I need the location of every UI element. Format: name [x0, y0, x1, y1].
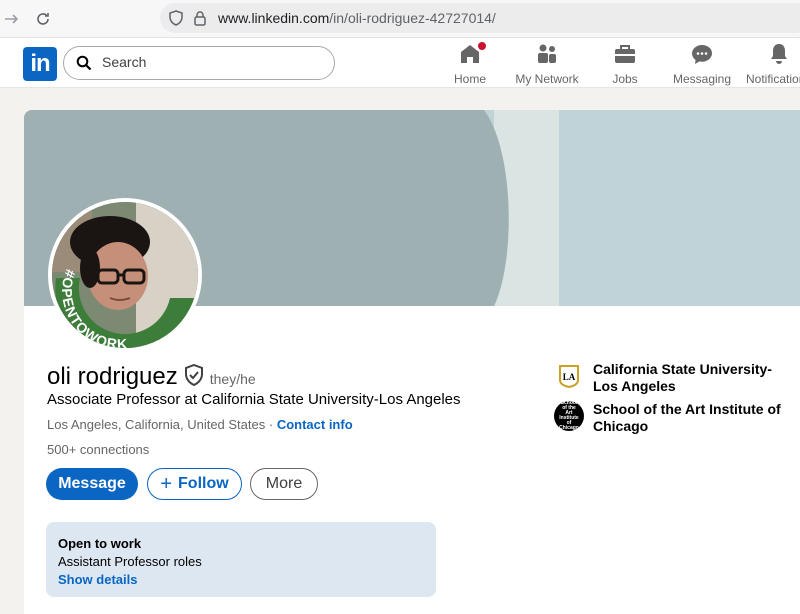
education-item[interactable]: LA California State University-Los Angel… [554, 361, 793, 395]
search-input[interactable] [102, 54, 322, 70]
saic-logo: School of the Art Institute of Chicago [554, 401, 584, 431]
nav-label: Jobs [612, 72, 638, 86]
profile-name-row: oli rodriguez they/he [47, 362, 256, 391]
pronouns: they/he [209, 370, 256, 387]
nav-messaging[interactable]: Messaging [672, 42, 732, 86]
network-icon [535, 42, 559, 66]
open-to-work-title: Open to work [58, 536, 142, 551]
search-box[interactable] [63, 46, 335, 80]
nav-label: Messaging [672, 72, 732, 86]
search-icon [76, 55, 92, 76]
show-details-link[interactable]: Show details [58, 572, 424, 587]
nav-label: Notifications [746, 72, 800, 86]
briefcase-icon [613, 42, 637, 66]
cal-state-la-logo: LA [554, 361, 584, 391]
nav-home[interactable]: Home [452, 40, 488, 86]
notification-dot [476, 40, 488, 52]
contact-info-link[interactable]: Contact info [277, 417, 353, 432]
messaging-icon [690, 42, 714, 66]
more-button[interactable]: More [250, 468, 318, 500]
forward-icon[interactable] [0, 7, 24, 31]
plus-icon: + [160, 472, 173, 495]
saic-logo-text: School of the Art Institute of Chicago [559, 400, 579, 431]
open-to-work-card: Open to work Assistant Professor roles S… [46, 522, 436, 597]
reload-icon[interactable] [31, 7, 55, 31]
linkedin-logo[interactable]: in [23, 47, 57, 81]
address-bar[interactable]: www.linkedin.com/in/oli-rodriguez-427270… [160, 3, 800, 33]
follow-label: Follow [178, 475, 229, 492]
bell-icon [768, 42, 790, 66]
connections-count[interactable]: 500+ connections [47, 442, 149, 457]
profile-avatar[interactable]: #OPENTOWORK [48, 198, 202, 352]
profile-location: Los Angeles, California, United States [47, 417, 266, 432]
message-label: Message [58, 475, 126, 492]
nav-my-network[interactable]: My Network [514, 42, 580, 86]
linkedin-header: in Home My Network Jobs Messaging [0, 38, 800, 88]
browser-toolbar: www.linkedin.com/in/oli-rodriguez-427270… [0, 0, 800, 38]
nav-label: My Network [515, 72, 579, 86]
svg-text:LA: LA [563, 372, 576, 382]
verified-shield-icon[interactable] [184, 363, 204, 391]
nav-notifications[interactable]: Notifications [746, 42, 800, 86]
logo-text: in [30, 50, 50, 77]
lock-icon[interactable] [193, 10, 207, 31]
education-name: California State University-Los Angeles [593, 361, 772, 394]
education-name: School of the Art Institute of Chicago [593, 401, 781, 434]
more-label: More [265, 475, 303, 492]
education-item[interactable]: School of the Art Institute of Chicago S… [554, 401, 793, 435]
url-text[interactable]: www.linkedin.com/in/oli-rodriguez-427270… [218, 10, 496, 26]
nav-jobs[interactable]: Jobs [610, 42, 640, 86]
url-path: /in/oli-rodriguez-42727014/ [329, 10, 496, 26]
url-host: www.linkedin.com [218, 10, 330, 26]
separator: · [265, 417, 277, 432]
message-button[interactable]: Message [46, 468, 138, 500]
profile-headline: Associate Professor at California State … [47, 391, 461, 408]
follow-button[interactable]: + Follow [147, 468, 242, 500]
shield-icon[interactable] [168, 10, 184, 31]
profile-card: #OPENTOWORK oli rodriguez they/he Associ… [24, 110, 800, 614]
home-icon [458, 40, 488, 66]
nav-label: Home [453, 72, 486, 86]
profile-name: oli rodriguez [47, 362, 178, 390]
open-to-work-roles: Assistant Professor roles [58, 554, 202, 569]
profile-location-row: Los Angeles, California, United States ·… [47, 417, 353, 432]
